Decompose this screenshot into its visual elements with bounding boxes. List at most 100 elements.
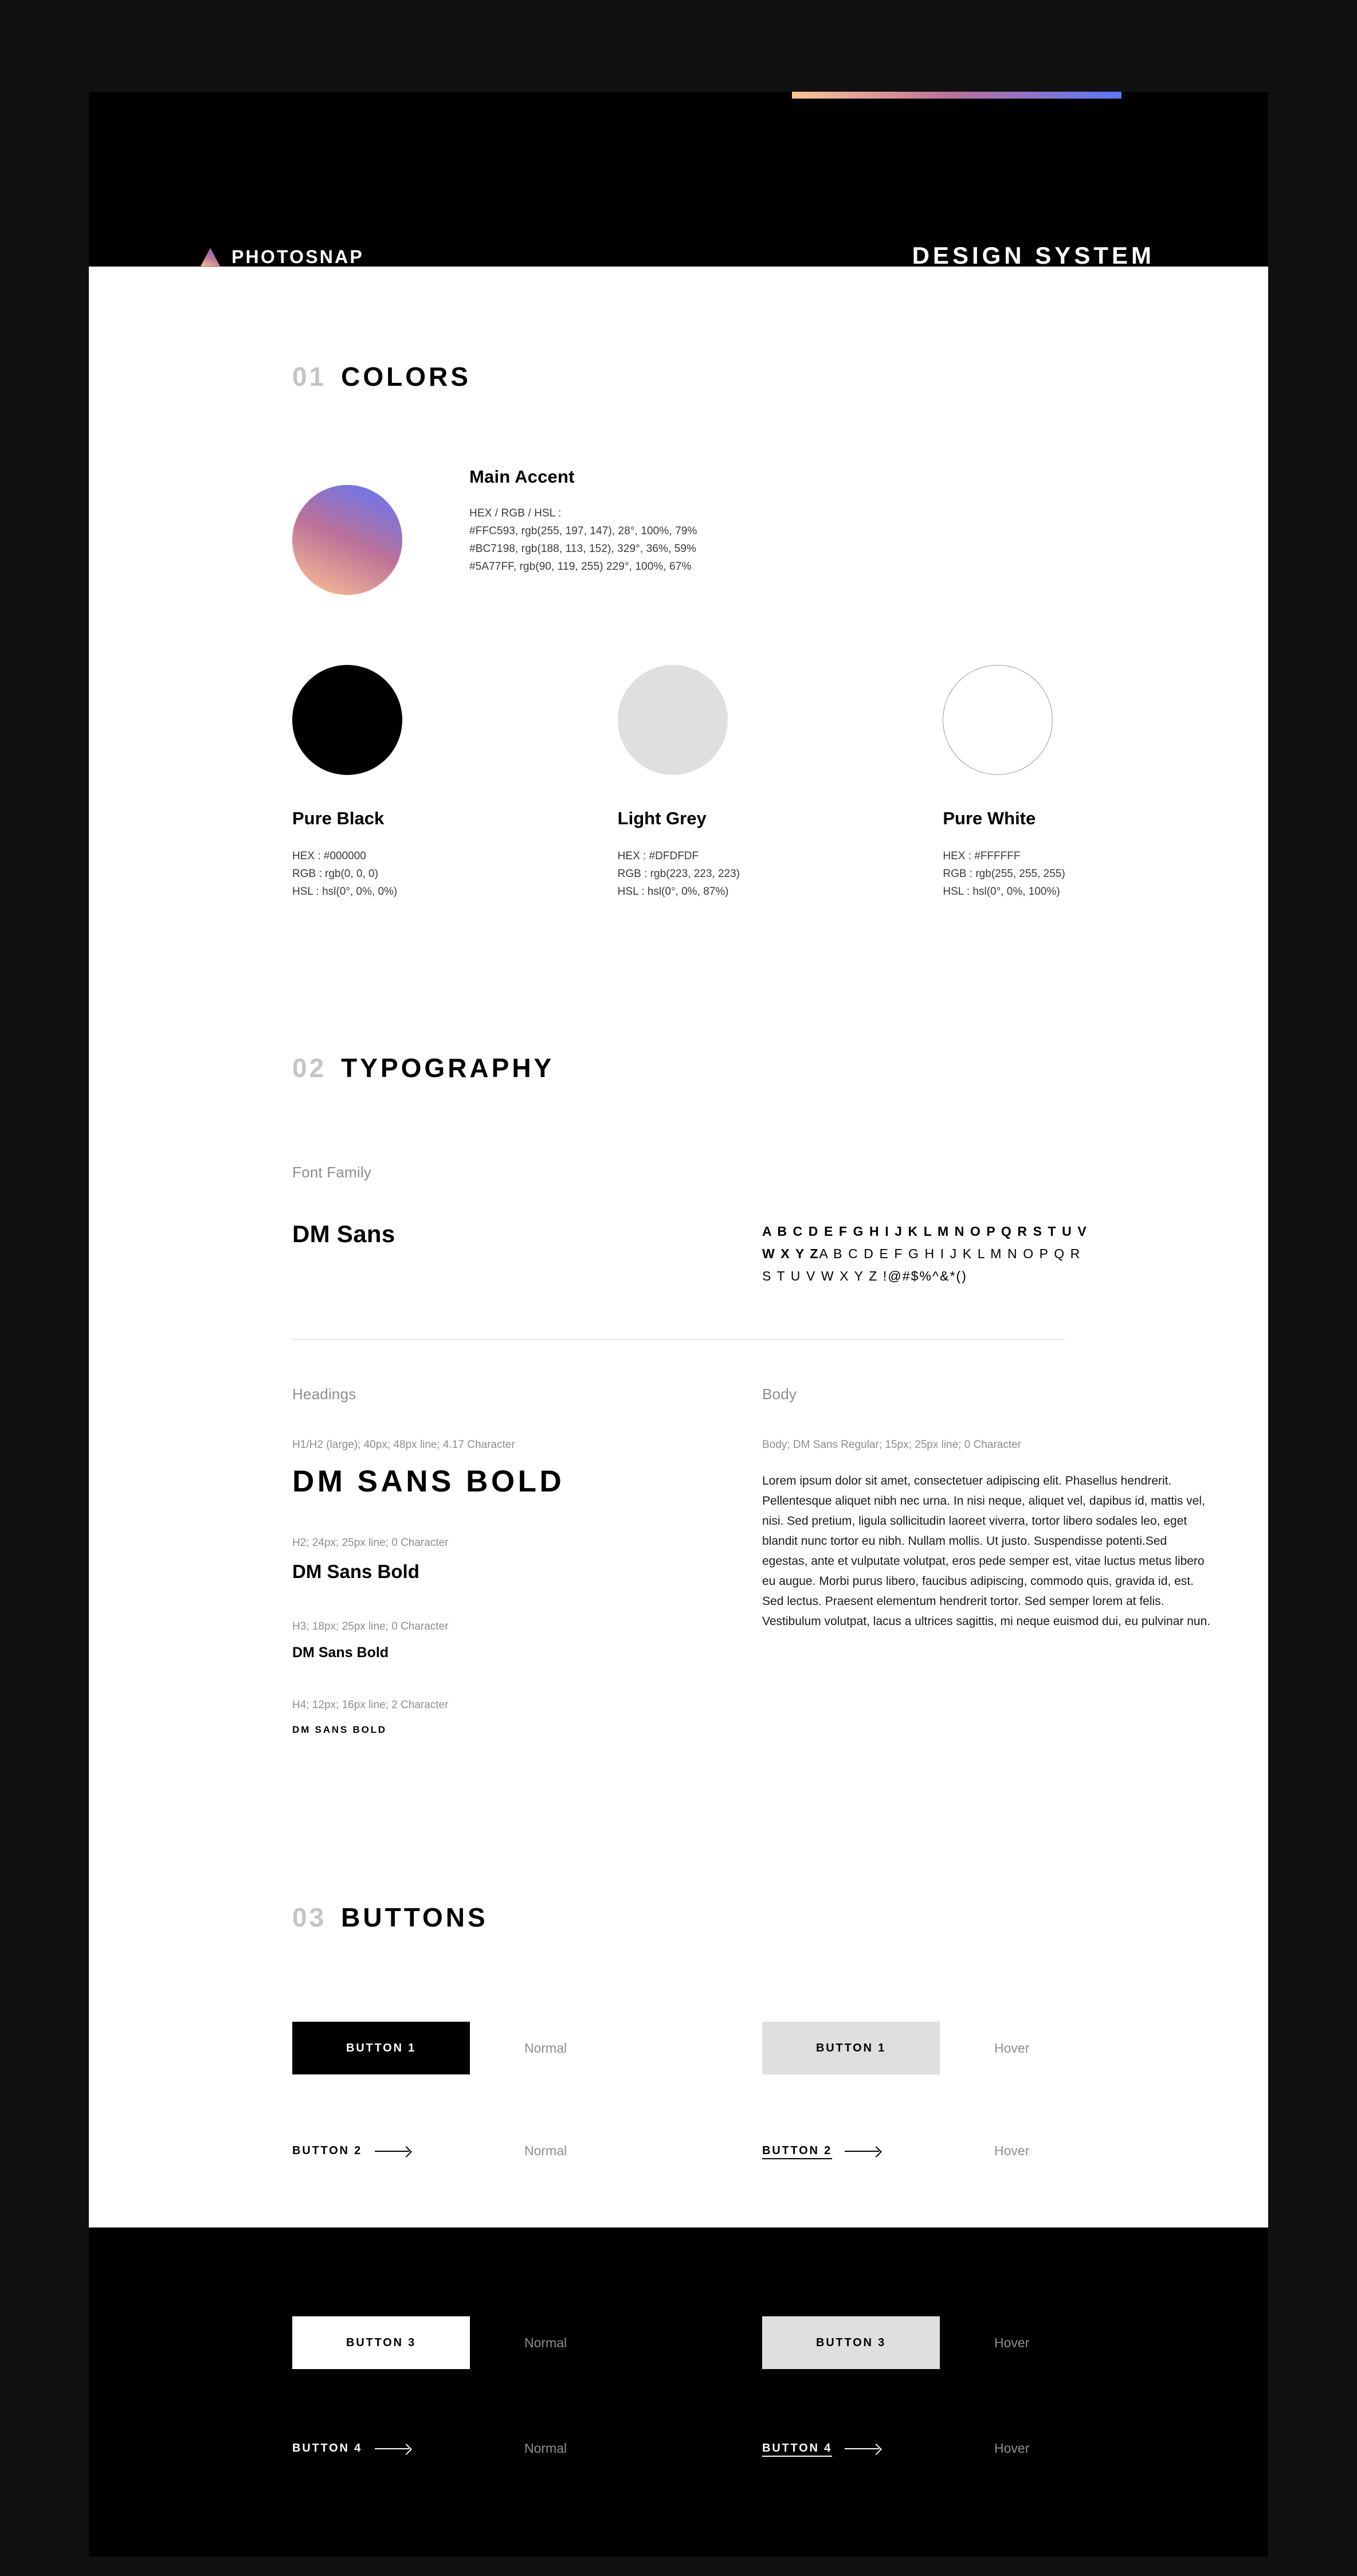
button-state-label: Hover bbox=[994, 2143, 1030, 2158]
glyph-line-bold: W X Y Z bbox=[762, 1246, 819, 1261]
accent-value: #FFC593, rgb(255, 197, 147), 28°, 100%, … bbox=[469, 525, 697, 537]
button-1-normal[interactable]: BUTTON 1 bbox=[292, 2022, 470, 2074]
button-label: BUTTON 4 bbox=[762, 2442, 833, 2454]
heading-spec-h2: H2; 24px; 25px line; 0 Character DM Sans… bbox=[292, 1534, 762, 1583]
body-sample-paragraph: Lorem ipsum dolor sit amet, consectetuer… bbox=[762, 1474, 1211, 1628]
button-cell: BUTTON 3 Normal bbox=[292, 2316, 762, 2369]
swatch-circle-white bbox=[943, 665, 1053, 775]
section-title: BUTTONS bbox=[341, 1902, 488, 1932]
triangle-icon bbox=[201, 248, 220, 267]
heading-spec-h3: H3; 18px; 25px line; 0 Character DM Sans… bbox=[292, 1618, 762, 1661]
section-title: COLORS bbox=[341, 362, 471, 392]
arrow-right-icon bbox=[375, 2147, 415, 2155]
arrow-right-icon bbox=[845, 2147, 885, 2155]
swatch-circle-grey bbox=[617, 665, 728, 775]
swatch-name: Light Grey bbox=[617, 808, 707, 828]
heading-spec-h4: H4; 12px; 16px line; 2 Character DM SANS… bbox=[292, 1697, 762, 1736]
color-swatch-grid: Pure Black HEX : #000000 RGB : rgb(0, 0,… bbox=[89, 665, 1268, 901]
swatch-hsl: HSL : hsl(0°, 0%, 0%) bbox=[292, 886, 398, 898]
section-number: 02 bbox=[292, 1053, 327, 1083]
buttons-light-grid: BUTTON 1 Normal BUTTON 1 Hover BUTTON 2 … bbox=[89, 2022, 1268, 2159]
button-2-normal[interactable]: BUTTON 2 bbox=[292, 2144, 470, 2158]
buttons-dark-grid: BUTTON 3 Normal BUTTON 3 Hover BUTTON 4 … bbox=[89, 2316, 1268, 2456]
swatch-hsl: HSL : hsl(0°, 0%, 100%) bbox=[943, 886, 1060, 898]
button-state-label: Hover bbox=[994, 2441, 1030, 2456]
body-meta: Body; DM Sans Regular; 15px; 25px line; … bbox=[762, 1439, 1022, 1451]
buttons-dark-section: BUTTON 3 Normal BUTTON 3 Hover BUTTON 4 … bbox=[89, 2227, 1268, 2557]
section-heading-typography: 02 TYPOGRAPHY bbox=[89, 1052, 1268, 1083]
button-label: BUTTON 2 bbox=[292, 2144, 363, 2157]
button-3-hover[interactable]: BUTTON 3 bbox=[762, 2316, 940, 2369]
glyph-line-bold: A B C D E F G H I J K L M N O P Q R S T … bbox=[762, 1224, 1088, 1239]
color-swatch-item: Pure White HEX : #FFFFFF RGB : rgb(255, … bbox=[943, 665, 1268, 901]
body-label: Body bbox=[762, 1385, 797, 1403]
heading-spec-h1: H1/H2 (large); 40px; 48px line; 4.17 Cha… bbox=[292, 1436, 762, 1499]
button-row: BUTTON 3 Normal BUTTON 3 Hover bbox=[292, 2316, 1268, 2369]
heading-sample: DM SANS BOLD bbox=[292, 1724, 387, 1735]
button-state-label: Normal bbox=[524, 2441, 567, 2456]
main-accent-block: Main Accent HEX / RGB / HSL : #FFC593, r… bbox=[89, 467, 1268, 595]
accent-format-label: HEX / RGB / HSL : bbox=[469, 507, 562, 519]
arrow-right-icon bbox=[845, 2445, 885, 2453]
page-header: PHOTOSNAP DESIGN SYSTEM bbox=[89, 92, 1268, 269]
swatch-hex: HEX : #000000 bbox=[292, 850, 366, 862]
font-name: DM Sans bbox=[292, 1220, 395, 1247]
heading-meta: H4; 12px; 16px line; 2 Character bbox=[292, 1699, 449, 1711]
button-cell: BUTTON 1 Hover bbox=[762, 2022, 1232, 2074]
heading-meta: H2; 24px; 25px line; 0 Character bbox=[292, 1537, 449, 1549]
color-swatch-item: Light Grey HEX : #DFDFDF RGB : rgb(223, … bbox=[617, 665, 943, 901]
swatch-rgb: RGB : rgb(255, 255, 255) bbox=[943, 868, 1065, 880]
design-system-card: PHOTOSNAP DESIGN SYSTEM 01 COLORS Main A… bbox=[89, 92, 1268, 2557]
heading-sample: DM Sans Bold bbox=[292, 1645, 389, 1661]
headings-column: Headings H1/H2 (large); 40px; 48px line;… bbox=[292, 1385, 762, 1736]
brand-name: PHOTOSNAP bbox=[232, 246, 364, 267]
swatch-rgb: RGB : rgb(223, 223, 223) bbox=[617, 868, 740, 880]
heading-sample: DM Sans Bold bbox=[292, 1561, 419, 1582]
button-cell: BUTTON 1 Normal bbox=[292, 2022, 762, 2074]
button-row: BUTTON 1 Normal BUTTON 1 Hover bbox=[292, 2022, 1268, 2074]
swatch-hex: HEX : #FFFFFF bbox=[943, 850, 1021, 862]
swatch-hex: HEX : #DFDFDF bbox=[617, 850, 699, 862]
gradient-accent-bar bbox=[792, 92, 1121, 99]
button-cell: BUTTON 2 Hover bbox=[762, 2143, 1232, 2159]
button-4-normal[interactable]: BUTTON 4 bbox=[292, 2442, 470, 2455]
button-2-hover[interactable]: BUTTON 2 bbox=[762, 2144, 940, 2158]
button-row: BUTTON 2 Normal BUTTON 2 Hover bbox=[292, 2143, 1268, 2159]
section-heading-colors: 01 COLORS bbox=[89, 267, 1268, 392]
headings-label: Headings bbox=[292, 1385, 356, 1403]
section-number: 03 bbox=[292, 1902, 327, 1932]
swatch-name: Pure White bbox=[943, 808, 1036, 828]
button-cell: BUTTON 2 Normal bbox=[292, 2143, 762, 2159]
swatch-rgb: RGB : rgb(0, 0, 0) bbox=[292, 868, 378, 880]
accent-value: #5A77FF, rgb(90, 119, 255) 229°, 100%, 6… bbox=[469, 561, 692, 573]
page-title: DESIGN SYSTEM bbox=[912, 242, 1155, 269]
body-column: Body Body; DM Sans Regular; 15px; 25px l… bbox=[762, 1385, 1215, 1736]
section-divider bbox=[292, 1339, 1065, 1340]
accent-color-swatch bbox=[292, 485, 402, 595]
swatch-name: Pure Black bbox=[292, 808, 385, 828]
button-state-label: Normal bbox=[524, 2143, 567, 2158]
button-4-hover[interactable]: BUTTON 4 bbox=[762, 2442, 940, 2455]
main-content: 01 COLORS Main Accent HEX / RGB / HSL : … bbox=[89, 267, 1268, 2227]
button-state-label: Normal bbox=[524, 2335, 567, 2350]
button-state-label: Hover bbox=[994, 2335, 1030, 2350]
heading-sample: DM SANS BOLD bbox=[292, 1465, 565, 1498]
color-swatch-item: Pure Black HEX : #000000 RGB : rgb(0, 0,… bbox=[292, 665, 618, 901]
glyph-line-regular: S T U V W X Y Z !@#$%^&*() bbox=[762, 1269, 968, 1283]
button-state-label: Hover bbox=[994, 2040, 1030, 2056]
glyph-specimen: A B C D E F G H I J K L M N O P Q R S T … bbox=[762, 1220, 1088, 1287]
arrow-right-icon bbox=[375, 2445, 415, 2453]
button-row: BUTTON 4 Normal BUTTON 4 Hover bbox=[292, 2441, 1268, 2456]
glyph-line-regular: A B C D E F G H I J K L M N O P Q R bbox=[819, 1246, 1081, 1261]
accent-name: Main Accent bbox=[469, 467, 575, 487]
button-label: BUTTON 4 bbox=[292, 2442, 363, 2454]
accent-value: #BC7198, rgb(188, 113, 152), 329°, 36%, … bbox=[469, 543, 697, 555]
button-state-label: Normal bbox=[524, 2040, 567, 2056]
button-cell: BUTTON 4 Hover bbox=[762, 2441, 1232, 2456]
button-3-normal[interactable]: BUTTON 3 bbox=[292, 2316, 470, 2369]
swatch-hsl: HSL : hsl(0°, 0%, 87%) bbox=[617, 886, 729, 898]
button-label: BUTTON 2 bbox=[762, 2144, 833, 2157]
brand-logo[interactable]: PHOTOSNAP bbox=[201, 246, 364, 268]
body-spec: Body; DM Sans Regular; 15px; 25px line; … bbox=[762, 1436, 1215, 1631]
button-1-hover[interactable]: BUTTON 1 bbox=[762, 2022, 940, 2074]
